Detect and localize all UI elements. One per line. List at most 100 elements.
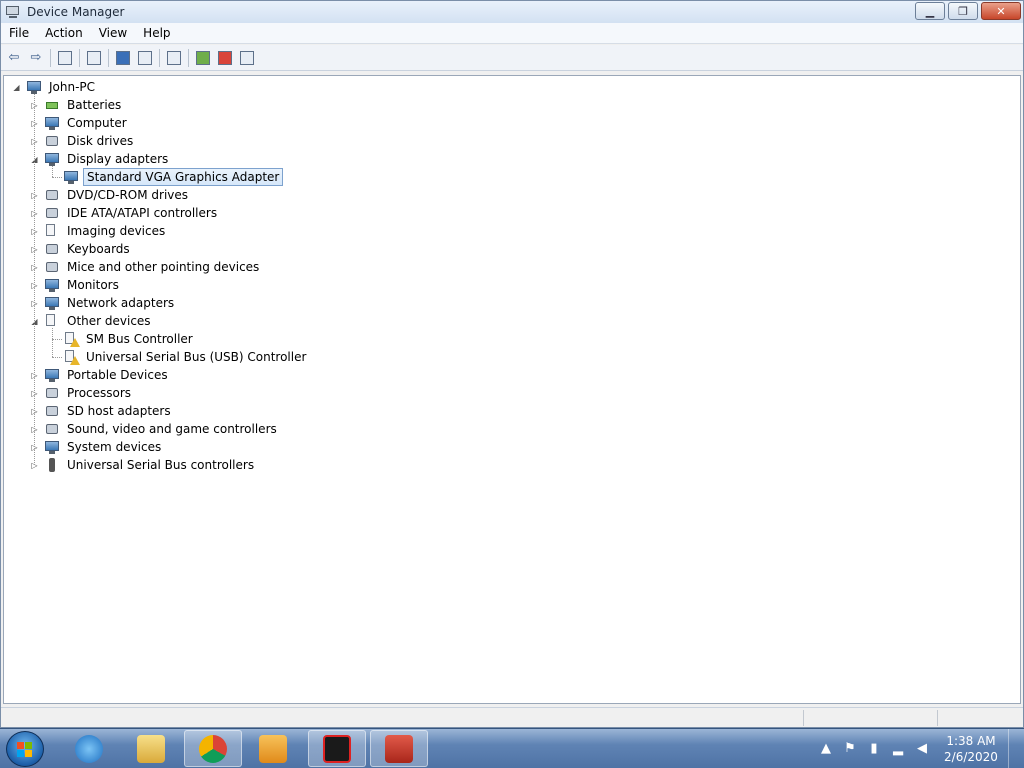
tree-item-label: Universal Serial Bus (USB) Controller: [86, 350, 307, 364]
tree-item-label: Universal Serial Bus controllers: [67, 458, 255, 472]
title-bar[interactable]: Device Manager ▁ ❐ ✕: [1, 1, 1023, 23]
tree-item-category[interactable]: Mice and other pointing devices: [44, 258, 262, 276]
computer-icon: [44, 115, 60, 131]
sd-adapter-icon: [44, 403, 60, 419]
taskbar-file-explorer[interactable]: [122, 730, 180, 767]
tree-item-label: Standard VGA Graphics Adapter: [83, 168, 284, 186]
mouse-icon: [44, 259, 60, 275]
tree-item-category[interactable]: Computer: [44, 114, 130, 132]
tree-item-label: Other devices: [67, 314, 151, 328]
show-desktop-button[interactable]: [1008, 729, 1020, 768]
menu-file[interactable]: File: [1, 23, 37, 44]
menu-help[interactable]: Help: [135, 23, 178, 44]
disable-button[interactable]: [236, 47, 258, 69]
tree-item-label: SM Bus Controller: [86, 332, 193, 346]
tree-item-category[interactable]: Keyboards: [44, 240, 133, 258]
warning-device-icon: [63, 349, 80, 365]
back-button[interactable]: ⇦: [3, 47, 25, 69]
tree-item-label: Imaging devices: [67, 224, 166, 238]
tree-item-label: IDE ATA/ATAPI controllers: [67, 206, 218, 220]
media-player-icon: [259, 734, 287, 763]
tree-item-device[interactable]: Standard VGA Graphics Adapter: [63, 168, 284, 186]
tree-root-computer[interactable]: John-PC: [26, 78, 98, 96]
tree-item-label: SD host adapters: [67, 404, 171, 418]
tree-item-category[interactable]: Universal Serial Bus controllers: [44, 456, 257, 474]
tree-item-device[interactable]: SM Bus Controller: [63, 330, 196, 348]
other-devices-icon: [44, 313, 60, 329]
taskbar-toolbox[interactable]: [370, 730, 428, 767]
toolbar-separator: [79, 48, 80, 67]
toolbar-separator: [108, 48, 109, 67]
volume-icon[interactable]: ◀: [913, 741, 931, 757]
taskbar-chrome[interactable]: [184, 730, 242, 767]
network-signal-icon[interactable]: ▂: [889, 741, 907, 757]
update-driver-icon: [196, 50, 210, 65]
collapse-arrow-icon[interactable]: ◢: [12, 83, 21, 92]
tree-item-category[interactable]: Disk drives: [44, 132, 136, 150]
device-manager-window: Device Manager ▁ ❐ ✕ File Action View He…: [0, 0, 1024, 728]
tree-item-category[interactable]: DVD/CD-ROM drives: [44, 186, 191, 204]
tree-item-label: Mice and other pointing devices: [67, 260, 260, 274]
properties-icon: [87, 50, 101, 65]
battery-icon: [44, 97, 60, 113]
chrome-icon: [199, 734, 227, 763]
update-driver-button[interactable]: [192, 47, 214, 69]
taskbar-garena[interactable]: [308, 730, 366, 767]
scan-hardware-button[interactable]: [163, 47, 185, 69]
taskbar-media-player[interactable]: [244, 730, 302, 767]
clock-time: 1:38 AM: [946, 734, 996, 748]
tree-item-label: DVD/CD-ROM drives: [67, 188, 189, 202]
tree-item-category[interactable]: SD host adapters: [44, 402, 174, 420]
tree-item-category[interactable]: Monitors: [44, 276, 122, 294]
tree-item-category[interactable]: Processors: [44, 384, 134, 402]
tree-item-category[interactable]: Imaging devices: [44, 222, 168, 240]
console-tree-icon: [58, 50, 72, 65]
properties-button[interactable]: [83, 47, 105, 69]
action-center-flag-icon[interactable]: ⚑: [841, 741, 859, 757]
toolbar-separator: [159, 48, 160, 67]
show-hide-console-tree-button[interactable]: [54, 47, 76, 69]
tree-item-category[interactable]: Display adapters: [44, 150, 171, 168]
start-button[interactable]: [6, 731, 44, 767]
usb-icon: [44, 457, 60, 473]
dvd-drive-icon: [44, 187, 60, 203]
tree-item-device[interactable]: Universal Serial Bus (USB) Controller: [63, 348, 309, 366]
action-pane-icon: [138, 50, 152, 65]
minimize-button[interactable]: ▁: [915, 2, 945, 20]
device-tree[interactable]: John-PC ◢ Batteries ▷ Computer ▷ Disk drives ▷ D…: [3, 75, 1021, 704]
uninstall-icon: [218, 50, 232, 65]
menu-view[interactable]: View: [91, 23, 135, 44]
restore-button[interactable]: ❐: [948, 2, 978, 20]
system-tray: ▲ ⚑ ▮ ▂ ◀ 1:38 AM 2/6/2020: [814, 729, 1020, 768]
tree-item-category[interactable]: Network adapters: [44, 294, 177, 312]
tree-item-category[interactable]: IDE ATA/ATAPI controllers: [44, 204, 220, 222]
tree-item-category[interactable]: Batteries: [44, 96, 124, 114]
menu-action[interactable]: Action: [37, 23, 91, 44]
tree-item-category[interactable]: Other devices: [44, 312, 154, 330]
status-pane: [803, 710, 937, 726]
forward-button[interactable]: ⇨: [25, 47, 47, 69]
tree-item-category[interactable]: Sound, video and game controllers: [44, 420, 280, 438]
tree-item-category[interactable]: System devices: [44, 438, 164, 456]
tree-item-label: Disk drives: [67, 134, 134, 148]
toolbox-icon: [385, 734, 413, 763]
show-action-pane-button[interactable]: [134, 47, 156, 69]
keyboard-icon: [44, 241, 60, 257]
uninstall-button[interactable]: [214, 47, 236, 69]
tree-item-label: Portable Devices: [67, 368, 168, 382]
disable-icon: [240, 50, 254, 65]
toolbar: ⇦ ⇨: [1, 45, 1023, 71]
status-bar: [1, 707, 1023, 727]
tree-item-category[interactable]: Portable Devices: [44, 366, 171, 384]
menu-bar: File Action View Help: [1, 23, 1023, 44]
scan-hardware-icon: [167, 50, 181, 65]
monitor-icon: [44, 277, 60, 293]
close-button[interactable]: ✕: [981, 2, 1021, 20]
taskbar-internet-explorer[interactable]: [60, 730, 118, 767]
power-icon[interactable]: ▮: [865, 741, 883, 757]
network-adapter-icon: [44, 295, 60, 311]
disk-drive-icon: [44, 133, 60, 149]
help-button[interactable]: [112, 47, 134, 69]
clock[interactable]: 1:38 AM 2/6/2020: [940, 733, 1002, 765]
show-hidden-icons-icon[interactable]: ▲: [817, 741, 835, 757]
